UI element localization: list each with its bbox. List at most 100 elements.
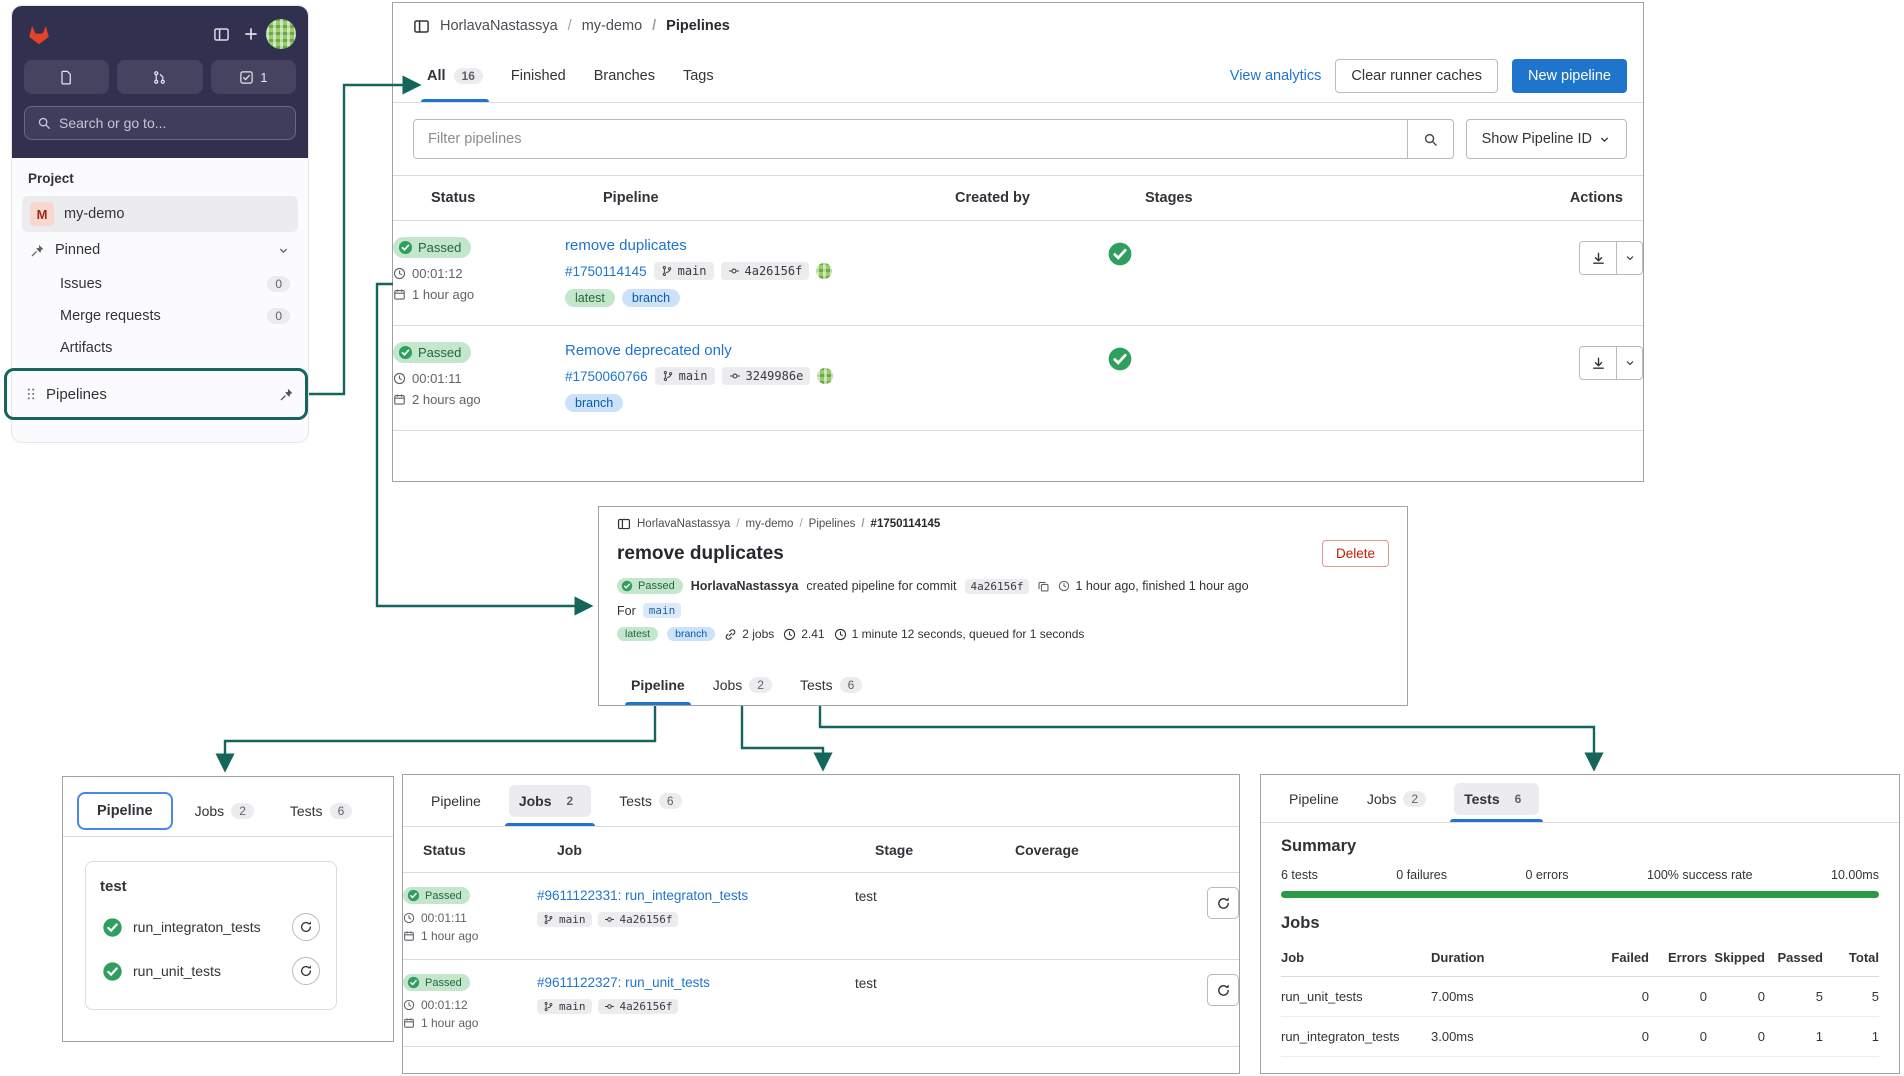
test-errors: 0 (1699, 989, 1707, 1004)
duration-text: 1 minute 12 seconds, queued for 1 second… (834, 627, 1084, 641)
tab-tests[interactable]: Tests 6 (1440, 775, 1553, 822)
stage-passed-icon[interactable] (1107, 346, 1133, 372)
sidebar-item-pipelines[interactable]: Pipelines (12, 374, 308, 414)
download-artifacts-button[interactable] (1579, 241, 1643, 275)
copy-icon[interactable] (1037, 580, 1050, 593)
commit-chip[interactable]: 4a26156f (720, 262, 810, 280)
sidebar-item-project[interactable]: M my-demo (22, 196, 298, 232)
column-stages: Stages (1145, 190, 1193, 206)
pipeline-title: remove duplicates (617, 542, 784, 564)
show-pipeline-id-dropdown[interactable]: Show Pipeline ID (1465, 119, 1627, 159)
retry-job-button[interactable] (292, 957, 320, 985)
sidebar-item-issues[interactable]: Issues 0 (12, 268, 308, 300)
branch-chip[interactable]: main (654, 367, 715, 385)
tab-tests[interactable]: Tests 6 (276, 791, 366, 831)
branch-icon (544, 914, 553, 925)
check-circle-icon (407, 976, 420, 989)
tab-pipeline[interactable]: Pipeline (1275, 775, 1353, 822)
download-artifacts-button[interactable] (1579, 346, 1643, 380)
retry-job-button[interactable] (292, 913, 320, 941)
test-job-name[interactable]: run_integraton_tests (1281, 1029, 1431, 1044)
breadcrumb-group[interactable]: HorlavaNastassya (440, 18, 558, 34)
job-name[interactable]: run_unit_tests (133, 963, 221, 979)
tab-finished[interactable]: Finished (497, 49, 580, 102)
status-label: Passed (418, 240, 462, 255)
tab-count: 6 (1506, 790, 1530, 807)
clear-runner-caches-button[interactable]: Clear runner caches (1335, 58, 1498, 93)
test-failed: 0 (1641, 1029, 1649, 1044)
tab-jobs[interactable]: Jobs 2 (181, 791, 268, 831)
job-link[interactable]: #9611122327: run_unit_tests (537, 975, 710, 990)
tab-jobs[interactable]: Jobs 2 (495, 775, 605, 826)
test-errors: 0 (1699, 1029, 1707, 1044)
commit-chip[interactable]: 3249986e (721, 367, 811, 385)
commit-author-avatar[interactable] (816, 263, 833, 279)
branch-chip[interactable]: main (653, 262, 714, 280)
tab-pipeline[interactable]: Pipeline (417, 775, 495, 826)
search-input[interactable]: Search or go to... (24, 106, 296, 140)
tab-pipeline[interactable]: Pipeline (617, 665, 699, 705)
branch-chip[interactable]: main (537, 912, 592, 927)
job-name[interactable]: run_integraton_tests (133, 919, 261, 935)
tab-jobs[interactable]: Jobs 2 (1353, 775, 1440, 822)
sidebar-toggle-icon[interactable] (617, 517, 631, 531)
todos-shortcut-button[interactable]: 1 (210, 60, 296, 94)
tab-branches[interactable]: Branches (580, 49, 669, 102)
tab-count: 6 (839, 677, 863, 693)
create-new-icon[interactable] (236, 19, 266, 49)
branch-chip[interactable]: main (642, 603, 682, 618)
retry-job-button[interactable] (1207, 974, 1239, 1006)
commit-chip[interactable]: 4a26156f (964, 578, 1030, 594)
job-link[interactable]: #9611122331: run_integraton_tests (537, 888, 748, 903)
job-cell: #9611122331: run_integraton_tests main 4… (537, 887, 855, 927)
tab-all[interactable]: All 16 (413, 49, 497, 102)
tests-panel: Pipeline Jobs 2 Tests 6 Summary 6 tests … (1260, 774, 1900, 1074)
delete-button[interactable]: Delete (1321, 540, 1389, 567)
breadcrumb-page[interactable]: Pipelines (793, 518, 856, 530)
gitlab-logo[interactable] (24, 19, 54, 49)
branch-chip[interactable]: main (537, 999, 592, 1014)
commit-chip[interactable]: 4a26156f (597, 912, 679, 927)
tab-tags[interactable]: Tags (669, 49, 728, 102)
tab-pipeline[interactable]: Pipeline (77, 791, 173, 830)
test-job-name[interactable]: run_unit_tests (1281, 989, 1431, 1004)
pipeline-id-link[interactable]: #1750114145 (565, 264, 647, 279)
pipeline-id-link[interactable]: #1750060766 (565, 369, 648, 384)
tab-tests[interactable]: Tests 6 (605, 775, 695, 826)
retry-job-button[interactable] (1207, 887, 1239, 919)
tab-jobs[interactable]: Jobs 2 (699, 665, 786, 705)
new-pipeline-button[interactable]: New pipeline (1511, 58, 1627, 93)
pipeline-cell: remove duplicates #1750114145 main 4a261… (565, 237, 917, 307)
sidebar-item-merge-requests[interactable]: Merge requests 0 (12, 300, 308, 332)
pipeline-meta-line: latest branch 2 jobs 2.41 1 minute 12 se… (617, 627, 1389, 641)
breadcrumb-project[interactable]: my-demo (558, 18, 642, 34)
stage-name: test (100, 878, 127, 895)
column-failed: Failed (1611, 950, 1649, 965)
check-circle-icon (398, 240, 413, 255)
view-analytics-link[interactable]: View analytics (1230, 68, 1322, 84)
commit-icon (604, 1004, 614, 1009)
sidebar-toggle-icon[interactable] (413, 18, 430, 35)
tab-tests[interactable]: Tests 6 (786, 665, 876, 705)
pipeline-author[interactable]: HorlavaNastassya (691, 579, 799, 593)
download-icon (1592, 357, 1604, 369)
commit-chip[interactable]: 4a26156f (597, 999, 679, 1014)
pipeline-title-link[interactable]: remove duplicates (565, 237, 687, 254)
pipeline-title-link[interactable]: Remove deprecated only (565, 342, 732, 359)
pipeline-age: 1 hour ago (393, 287, 565, 302)
test-duration: 7.00ms (1431, 989, 1474, 1004)
sidebar-toggle-icon[interactable] (206, 19, 236, 49)
breadcrumb-project[interactable]: my-demo (730, 518, 794, 530)
user-avatar[interactable] (266, 19, 296, 49)
stage-passed-icon[interactable] (1107, 241, 1133, 267)
breadcrumb-group[interactable]: HorlavaNastassya (637, 518, 730, 530)
sidebar-item-pinned[interactable]: Pinned (22, 232, 298, 268)
filter-pipelines-input[interactable] (414, 120, 1407, 158)
filter-search-button[interactable] (1406, 120, 1453, 158)
commit-author-avatar[interactable] (817, 368, 834, 384)
column-duration: Duration (1431, 950, 1485, 965)
issues-shortcut-button[interactable] (24, 60, 110, 94)
merge-requests-shortcut-button[interactable] (117, 60, 203, 94)
pin-icon[interactable] (279, 387, 294, 402)
sidebar-item-artifacts[interactable]: Artifacts (12, 332, 308, 364)
